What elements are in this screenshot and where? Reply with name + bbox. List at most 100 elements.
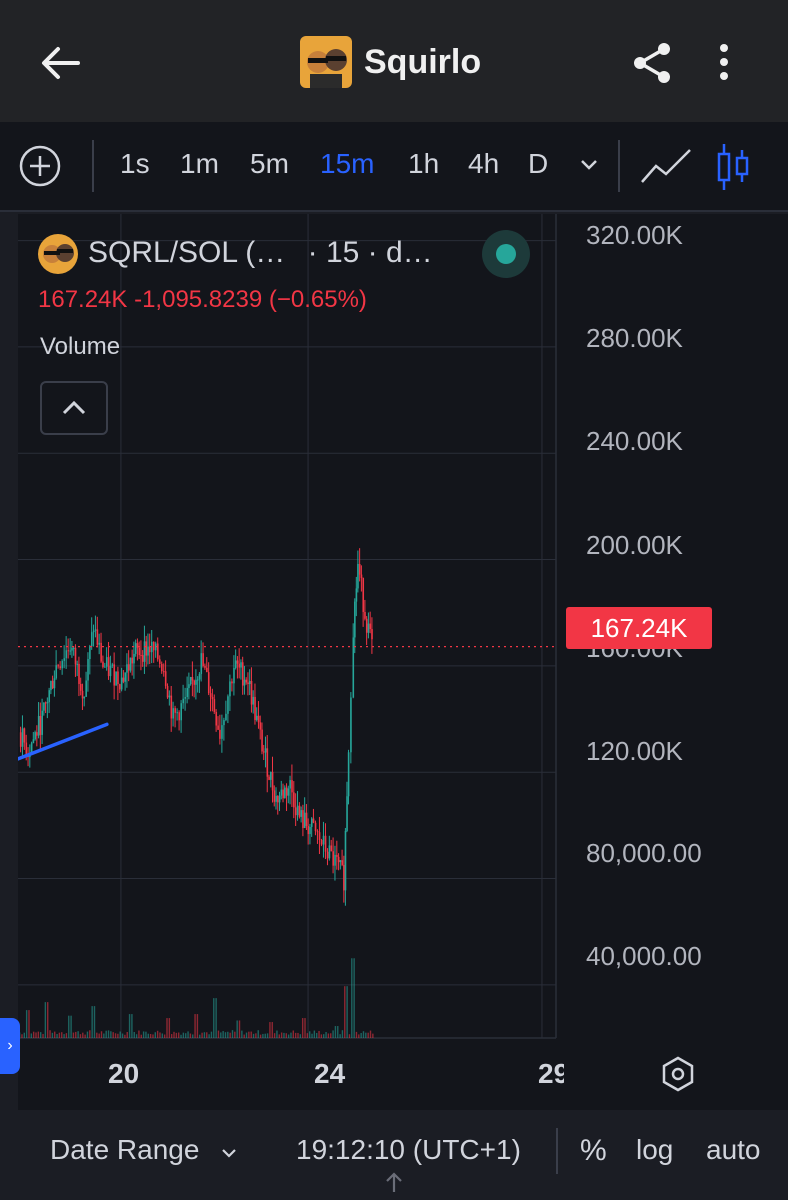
market-status-indicator[interactable] [482,230,530,278]
volume-bar [320,1034,323,1038]
side-panel-handle[interactable]: › [0,1018,20,1074]
volume-bar [304,1018,306,1038]
candle-body [263,751,265,753]
volume-bar [252,1033,255,1038]
volume-bar [131,1014,133,1038]
volume-bar [341,1030,344,1038]
candle-body [326,851,329,859]
candle-body [247,682,249,685]
candle-body [328,845,331,859]
candle-body [243,679,246,686]
price-tick: 280.00K [586,323,683,353]
candle-body [176,712,178,714]
expand-bottom-button[interactable] [384,1170,404,1194]
timeframe-dropdown[interactable] [578,154,600,176]
volume-bar [112,1032,114,1038]
candle-body [337,856,340,863]
candle-body [23,728,26,743]
log-scale-toggle[interactable]: log [636,1134,673,1166]
timeframe-4h[interactable]: 4h [468,148,499,180]
volume-bar [47,1002,49,1038]
volume-bar [264,1033,266,1038]
volume-bar [203,1032,206,1038]
volume-bar [56,1033,58,1038]
chevron-right-icon: › [7,1037,13,1054]
price-tick: 40,000.00 [586,941,702,971]
more-options-button[interactable] [712,40,736,86]
candle-body [355,588,358,602]
chevron-down-icon [581,160,597,170]
candle-body [168,695,171,698]
volume-bar [177,1032,180,1038]
candle-body [94,629,97,631]
candle-body [360,574,363,578]
candle-body [303,812,306,828]
add-indicator-button[interactable] [18,144,62,188]
candle-body [241,662,244,686]
back-button[interactable] [38,40,84,86]
volume-bar [332,1030,334,1038]
candle-body [122,677,125,682]
candle-body [147,646,149,656]
line-chart-icon [641,149,691,183]
candle-body [343,864,345,891]
candlestick-chart-type-button[interactable] [716,142,750,192]
candle-body [213,699,216,712]
candle-body [294,807,297,816]
candle-body [202,653,204,667]
volume-bar [271,1022,273,1038]
market-open-dot [496,244,516,264]
candle-body [115,671,117,686]
date-range-dropdown[interactable] [220,1144,238,1162]
candle-body [245,679,248,683]
candle-body [285,787,288,796]
timeframe-15m[interactable]: 15m [320,148,374,180]
chart-settings-button[interactable] [658,1054,698,1094]
timeframe-5m[interactable]: 5m [250,148,289,180]
volume-indicator-label[interactable]: Volume [40,333,120,361]
candle-body [85,680,87,697]
symbol-legend[interactable]: SQRL/SOL (… · 15 · d… [88,236,433,270]
volume-bar [367,1032,369,1038]
candles [19,548,373,906]
volume-bar [58,1032,61,1038]
candle-body [352,637,355,698]
volume-bar [84,1034,86,1038]
candle-body [74,647,77,665]
timeframe-1h[interactable]: 1h [408,148,439,180]
volume-bar [39,1032,42,1038]
candle-body [234,660,237,668]
candle-body [322,835,325,845]
candle-body [318,832,321,840]
timeframe-1m[interactable]: 1m [180,148,219,180]
volume-bar [107,1030,110,1038]
volume-bar [103,1033,105,1038]
candle-body [296,805,299,816]
date-range-button[interactable]: Date Range [50,1134,199,1166]
collapse-legend-button[interactable] [40,381,108,435]
timeframe-1s[interactable]: 1s [120,148,150,180]
candle-body [195,679,197,685]
volume-bar [61,1032,63,1038]
candle-body [324,835,327,852]
share-button[interactable] [630,40,676,86]
candle-body [159,659,161,664]
candle-body [307,826,310,835]
volume-bar [170,1034,173,1038]
volume-bar [185,1033,187,1038]
line-chart-type-button[interactable] [640,148,692,184]
volume-bar [280,1032,283,1038]
candle-body [61,660,64,669]
candle-body [320,839,323,845]
candle-body [51,680,54,689]
candle-body [191,677,194,681]
percent-scale-toggle[interactable]: % [580,1134,607,1168]
candle-body [124,672,127,682]
volume-bar [355,1031,358,1038]
candle-body [36,732,38,736]
timeframe-d[interactable]: D [528,148,548,180]
volume-bar [23,1032,26,1038]
auto-scale-toggle[interactable]: auto [706,1134,761,1166]
timezone-clock[interactable]: 19:12:10 (UTC+1) [296,1134,521,1166]
candle-body [270,771,272,780]
